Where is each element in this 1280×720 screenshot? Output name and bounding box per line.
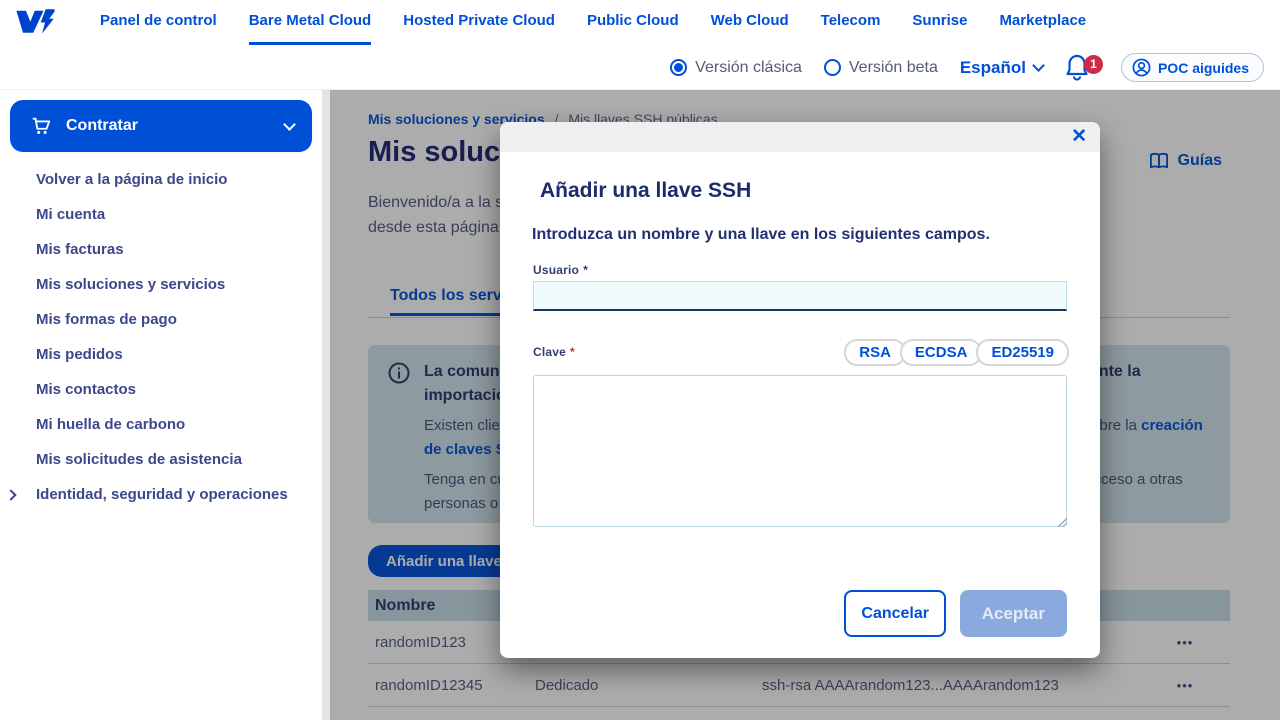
sidebar-menu: Volver a la página de inicio Mi cuenta M… [0, 162, 322, 512]
cart-icon [32, 117, 51, 134]
sidebar-item-support-requests[interactable]: Mis solicitudes de asistencia [0, 442, 322, 477]
modal-subtitle: Introduzca un nombre y una llave en los … [532, 226, 990, 243]
sidebar-item-invoices[interactable]: Mis facturas [0, 232, 322, 267]
user-field-label: Usuario * [533, 263, 588, 277]
chevron-right-icon [5, 488, 17, 501]
sidebar: Contratar Volver a la página de inicio M… [0, 90, 322, 720]
tab-panel-de-control[interactable]: Panel de control [100, 0, 217, 45]
key-type-ed25519-button[interactable]: ED25519 [976, 339, 1069, 366]
user-label-text: Usuario [533, 263, 580, 277]
radio-selected-icon [670, 59, 688, 76]
user-input[interactable] [533, 281, 1067, 311]
required-marker: * [583, 263, 588, 277]
sidebar-item-orders[interactable]: Mis pedidos [0, 337, 322, 372]
sidebar-scrollbar-track[interactable] [322, 90, 330, 720]
sidebar-item-label: Mis solicitudes de asistencia [36, 451, 242, 468]
account-button[interactable]: POC aiguides [1120, 53, 1264, 82]
version-classic-radio[interactable]: Versión clásica [670, 59, 802, 77]
sidebar-item-label: Identidad, seguridad y operaciones [36, 486, 288, 503]
sidebar-item-account[interactable]: Mi cuenta [0, 197, 322, 232]
tab-marketplace[interactable]: Marketplace [999, 0, 1086, 45]
order-button-label: Contratar [66, 117, 139, 134]
sidebar-item-label: Mis facturas [36, 241, 124, 258]
user-circle-icon [1132, 58, 1151, 77]
key-type-rsa-button[interactable]: RSA [844, 339, 906, 366]
tab-hosted-private-cloud[interactable]: Hosted Private Cloud [403, 0, 555, 45]
account-label: POC aiguides [1157, 59, 1249, 76]
modal-header-strip: ✕ [500, 122, 1100, 152]
sidebar-item-label: Volver a la página de inicio [36, 171, 228, 188]
key-type-toggle-group: RSA ECDSA ED25519 [844, 339, 1069, 366]
accept-button[interactable]: Aceptar [959, 590, 1067, 637]
sidebar-item-label: Mis pedidos [36, 346, 123, 363]
version-classic-label: Versión clásica [695, 58, 802, 76]
tab-telecom[interactable]: Telecom [821, 0, 881, 45]
key-type-ecdsa-button[interactable]: ECDSA [899, 339, 983, 366]
tab-public-cloud[interactable]: Public Cloud [587, 0, 679, 45]
add-ssh-key-modal: ✕ Añadir una llave SSH Introduzca un nom… [500, 122, 1100, 658]
sidebar-item-identity-security[interactable]: Identidad, seguridad y operaciones [0, 477, 322, 512]
notification-count-badge: 1 [1083, 54, 1103, 74]
tab-sunrise[interactable]: Sunrise [912, 0, 967, 45]
notifications-button[interactable]: 1 [1065, 53, 1103, 83]
order-button[interactable]: Contratar [10, 100, 312, 152]
sidebar-item-label: Mi cuenta [36, 206, 106, 223]
universe-tabs: Panel de control Bare Metal Cloud Hosted… [100, 0, 1086, 45]
top-navigation: Panel de control Bare Metal Cloud Hosted… [0, 0, 1280, 46]
sidebar-item-services[interactable]: Mis soluciones y servicios [0, 267, 322, 302]
required-marker: * [570, 345, 575, 359]
modal-title: Añadir una llave SSH [540, 179, 752, 202]
sidebar-item-label: Mis soluciones y servicios [36, 276, 226, 293]
sidebar-item-payment-methods[interactable]: Mis formas de pago [0, 302, 322, 337]
sidebar-item-label: Mis contactos [36, 381, 137, 398]
cancel-button[interactable]: Cancelar [844, 590, 946, 637]
radio-unselected-icon [823, 59, 841, 76]
sidebar-item-label: Mis formas de pago [36, 311, 177, 328]
chevron-down-icon [283, 117, 296, 131]
sidebar-item-home[interactable]: Volver a la página de inicio [0, 162, 322, 197]
chevron-down-icon [1032, 59, 1045, 72]
ovhcloud-logo[interactable] [12, 6, 56, 36]
secondary-header: Versión clásica Versión beta Español 1 P… [0, 46, 1280, 90]
key-field-label: Clave * [533, 345, 575, 359]
tab-bare-metal-cloud[interactable]: Bare Metal Cloud [248, 0, 372, 45]
sidebar-item-contacts[interactable]: Mis contactos [0, 372, 322, 407]
close-icon[interactable]: ✕ [1071, 124, 1087, 150]
sidebar-item-label: Mi huella de carbono [36, 416, 186, 433]
sidebar-item-carbon-footprint[interactable]: Mi huella de carbono [0, 407, 322, 442]
tab-web-cloud[interactable]: Web Cloud [711, 0, 789, 45]
key-label-text: Clave [533, 345, 567, 359]
version-beta-radio[interactable]: Versión beta [823, 58, 938, 77]
key-input[interactable] [533, 375, 1067, 527]
language-label: Español [959, 57, 1026, 77]
language-dropdown[interactable]: Español [959, 57, 1045, 78]
version-beta-label: Versión beta [848, 58, 938, 76]
